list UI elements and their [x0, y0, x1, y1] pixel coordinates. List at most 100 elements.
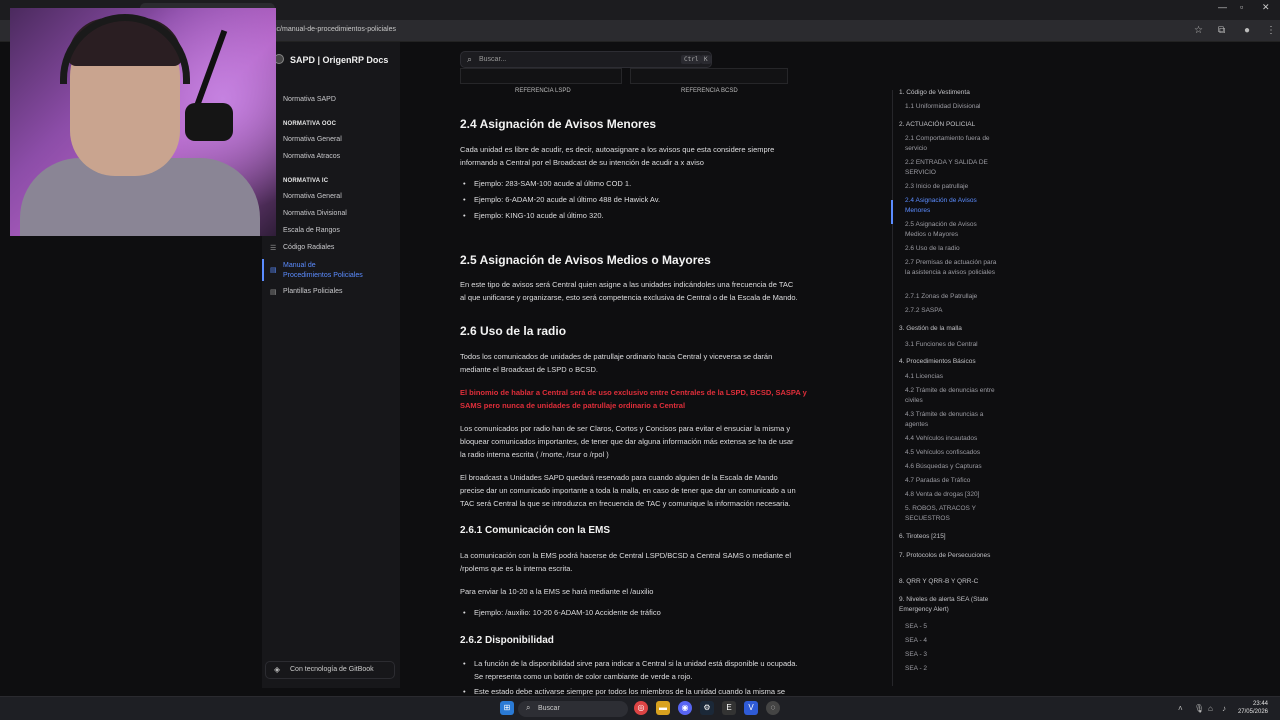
toc-item[interactable]: 7. Protocolos de Persecuciones	[899, 551, 999, 561]
toc-item[interactable]: 8. QRR Y QRR-B Y QRR-C	[899, 577, 999, 587]
paragraph-2-6b: Los comunicados por radio han de ser Cla…	[460, 422, 850, 461]
document-icon: ▤	[270, 267, 277, 274]
sidebar-item-codigo-radiales[interactable]: Código Radiales	[283, 244, 334, 251]
toc-item[interactable]: 4.6 Búsquedas y Capturas	[905, 462, 997, 472]
sidebar-section-ic: NORMATIVA IC	[283, 178, 329, 184]
paragraph-2-6c-line1: El broadcast a Unidades SAPD quedará res…	[460, 473, 778, 482]
caption-bcsd: REFERENCIA BCSD	[681, 88, 738, 94]
volume-icon[interactable]: ♪	[1222, 704, 1226, 713]
extensions-icon[interactable]: ⧉	[1218, 25, 1225, 36]
sidebar-item-manual-line1: Manual de	[283, 262, 316, 269]
obs-icon[interactable]: ◌	[766, 701, 780, 715]
paragraph-2-5-line2: al que unificarse y organizarse, esto se…	[460, 293, 798, 302]
toc-item[interactable]: 2.3 Inicio de patrullaje	[905, 182, 997, 192]
warning-line2: SAMS pero nunca de unidades de patrullaj…	[460, 401, 686, 410]
url-field[interactable]: ic/manual-de-procedimientos-policiales	[275, 26, 396, 33]
tray-chevron-icon[interactable]: ˄	[1178, 704, 1183, 713]
toc-item[interactable]: 2.7 Premisas de actuación para la asiste…	[905, 258, 997, 278]
file-explorer-icon[interactable]: ▬	[656, 701, 670, 715]
toc-item[interactable]: 2.7.2 SASPA	[905, 306, 997, 316]
paragraph-2-6-1a-line1: La comunicación con la EMS podrá hacerse…	[460, 551, 791, 560]
minimize-icon[interactable]: —	[1218, 2, 1227, 12]
network-icon[interactable]: ⌂	[1208, 704, 1213, 713]
document-icon: ▤	[270, 289, 277, 296]
reference-image-lspd	[460, 68, 622, 84]
toc-item[interactable]: 2.2 ENTRADA Y SALIDA DE SERVICIO	[905, 158, 997, 178]
toc-item[interactable]: 2.5 Asignación de Avisos Medios o Mayore…	[905, 220, 997, 240]
microphone-icon	[185, 103, 233, 141]
paragraph-2-6-1a-line2: /rpolems que es la interna escrita.	[460, 564, 573, 573]
taskbar: ⊞ ⌕ Buscar ◎ ▬ ◉ ⚙ E V ◌ ˄ 🎙 ⌂ ♪ 23:44 2…	[0, 696, 1280, 720]
warning-paragraph: El binomio de hablar a Central será de u…	[460, 386, 850, 412]
toc-item[interactable]: 4.3 Trámite de denuncias a agentes	[905, 410, 997, 430]
toc-item[interactable]: SEA - 2	[905, 664, 997, 674]
close-icon[interactable]: ✕	[1262, 2, 1270, 13]
sidebar-item-ic-general[interactable]: Normativa General	[283, 193, 342, 200]
discord-icon[interactable]: ◉	[678, 701, 692, 715]
paragraph-2-6b-line2: bloquear comunicados importantes, de ten…	[460, 437, 794, 446]
paragraph-2-6a-line1: Todos los comunicados de unidades de pat…	[460, 352, 773, 361]
microphone-tray-icon[interactable]: 🎙	[1194, 704, 1204, 713]
epic-games-icon[interactable]: E	[722, 701, 736, 715]
list-item: La función de la disponibilidad sirve pa…	[460, 657, 850, 683]
toc-item[interactable]: 2. ACTUACIÓN POLICIAL	[899, 120, 999, 130]
maximize-icon[interactable]: ▫	[1240, 2, 1243, 12]
toc-item[interactable]: 2.1 Comportamiento fuera de servicio	[905, 134, 997, 154]
sidebar-section-ooc: NORMATIVA OOC	[283, 121, 337, 127]
sidebar-item-manual-procedimientos[interactable]: Manual de Procedimientos Policiales	[283, 261, 363, 281]
search-input[interactable]: ⌕ Buscar... Ctrl K	[460, 51, 712, 68]
vscode-icon[interactable]: V	[744, 701, 758, 715]
toc-item[interactable]: 4. Procedimientos Básicos	[899, 357, 999, 367]
toc-item[interactable]: 4.1 Licencias	[905, 372, 997, 382]
reference-image-bcsd	[630, 68, 788, 84]
toc-item[interactable]: 1.1 Uniformidad Divisional	[905, 102, 997, 112]
sidebar-item-plantillas[interactable]: Plantillas Policiales	[283, 288, 343, 295]
paragraph-2-5-line1: En este tipo de avisos será Central quie…	[460, 280, 794, 289]
paragraph-2-6b-line1: Los comunicados por radio han de ser Cla…	[460, 424, 791, 433]
list-item: Ejemplo: 283-SAM-100 acude al último COD…	[460, 176, 850, 192]
toc-item[interactable]: 2.6 Uso de la radio	[905, 244, 997, 254]
menu-icon[interactable]: ⋮	[1266, 25, 1276, 36]
caption-lspd: REFERENCIA LSPD	[515, 88, 571, 94]
toc-item[interactable]: 4.2 Trámite de denuncias entre civiles	[905, 386, 997, 406]
gitbook-footer-link[interactable]: ◈ Con tecnología de GitBook	[265, 661, 395, 679]
toc-item[interactable]: 2.4 Asignación de Avisos Menores	[905, 196, 997, 216]
paragraph-2-4-line2: informando a Central por el Broadcast de…	[460, 158, 704, 167]
sidebar-item-ic-divisional[interactable]: Normativa Divisional	[283, 210, 347, 217]
toc-item[interactable]: SEA - 4	[905, 636, 997, 646]
toc-item[interactable]: 4.8 Venta de drogas [320]	[905, 490, 997, 500]
table-of-contents: 1. Código de Vestimenta 1.1 Uniformidad D…	[893, 88, 1001, 688]
toc-item[interactable]: 4.4 Vehículos incautados	[905, 434, 997, 444]
site-title[interactable]: SAPD | OrigenRP Docs	[290, 55, 388, 65]
toc-item[interactable]: 2.7.1 Zonas de Patrullaje	[905, 292, 997, 302]
clock-time: 23:44	[1252, 701, 1268, 707]
toc-item[interactable]: SEA - 3	[905, 650, 997, 660]
sidebar-item-escala-rangos[interactable]: Escala de Rangos	[283, 227, 340, 234]
toc-item[interactable]: 4.5 Vehículos confiscados	[905, 448, 997, 458]
sidebar-item-ooc-general[interactable]: Normativa General	[283, 136, 342, 143]
system-clock[interactable]: 23:44 27/05/2026	[1238, 700, 1268, 716]
sidebar-item-ooc-atracos[interactable]: Normativa Atracos	[283, 153, 340, 160]
toc-item[interactable]: 3.1 Funciones de Central	[905, 340, 997, 350]
paragraph-2-6c: El broadcast a Unidades SAPD quedará res…	[460, 471, 850, 510]
list-item-line1: La función de la disponibilidad sirve pa…	[474, 659, 798, 668]
toc-item[interactable]: 3. Gestión de la malla	[899, 324, 999, 334]
chrome-icon[interactable]: ◎	[634, 701, 648, 715]
list-item-line2: Se representa como un botón de color cam…	[474, 672, 693, 681]
toc-item[interactable]: 1. Código de Vestimenta	[899, 88, 999, 98]
toc-item[interactable]: 6. Tiroteos [215]	[899, 532, 999, 542]
gitbook-label: Con tecnología de GitBook	[290, 666, 374, 673]
heading-2-6-2: 2.6.2 Disponibilidad	[460, 635, 554, 646]
windows-start-icon[interactable]: ⊞	[500, 701, 514, 715]
heading-2-4: 2.4 Asignación de Avisos Menores	[460, 117, 657, 131]
profile-icon[interactable]: ●	[1244, 25, 1250, 36]
toc-item[interactable]: SEA - 5	[905, 622, 997, 632]
bookmark-star-icon[interactable]: ☆	[1194, 25, 1203, 36]
toc-item[interactable]: 4.7 Paradas de Tráfico	[905, 476, 997, 486]
toc-item[interactable]: 5. ROBOS, ATRACOS Y SECUESTROS	[905, 504, 997, 524]
sidebar-item-normativa-sapd[interactable]: Normativa SAPD	[283, 96, 336, 103]
steam-icon[interactable]: ⚙	[700, 701, 714, 715]
toc-item[interactable]: 9. Niveles de alerta SEA (State Emergenc…	[899, 595, 999, 615]
paragraph-2-6c-line2: precise dar un comunicado importante a t…	[460, 486, 796, 495]
taskbar-search[interactable]: ⌕ Buscar	[518, 701, 628, 717]
